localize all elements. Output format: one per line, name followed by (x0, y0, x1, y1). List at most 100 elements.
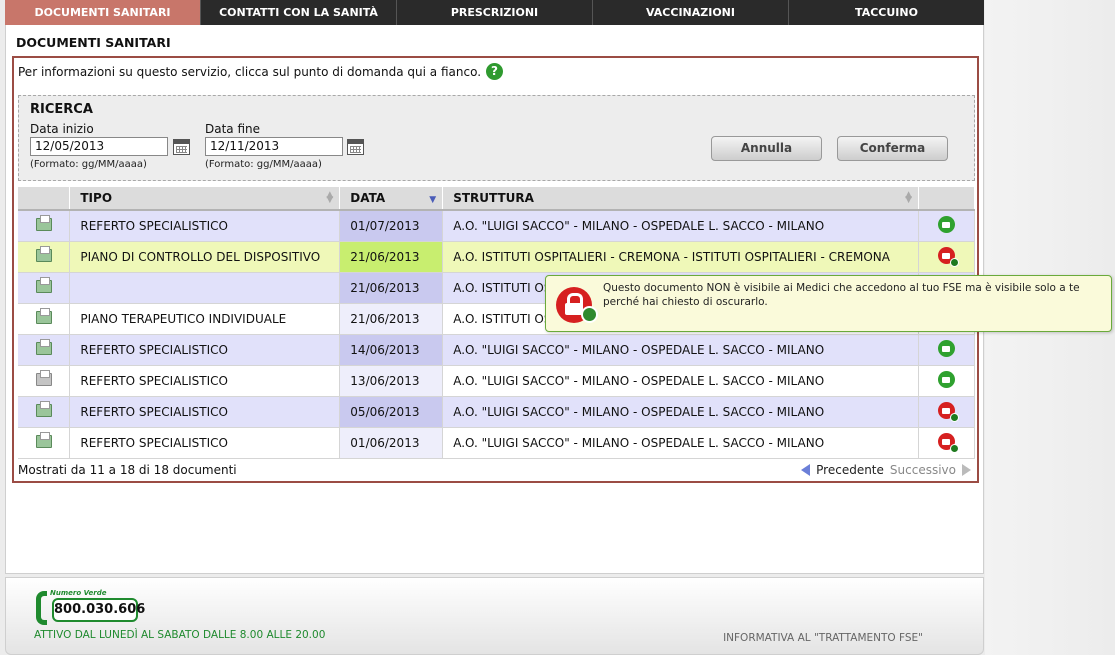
doc-cell (18, 241, 71, 273)
data-cell: 05/06/2013 (339, 396, 444, 428)
document-icon[interactable] (35, 245, 52, 262)
header-struttura[interactable]: STRUTTURA ▲ ▼ (442, 187, 920, 211)
obscured-badge-icon (950, 443, 960, 453)
tipo-cell: REFERTO SPECIALISTICO (69, 210, 341, 242)
header-data-label: DATA (350, 191, 386, 205)
table-row[interactable]: REFERTO SPECIALISTICO 01/07/2013 A.O. "L… (18, 210, 975, 242)
table-row[interactable]: REFERTO SPECIALISTICO 01/06/2013 A.O. "L… (18, 427, 975, 459)
locked-icon[interactable] (938, 401, 960, 422)
data-cell: 01/07/2013 (339, 210, 444, 242)
doc-cell (18, 272, 71, 304)
main-navigation: DOCUMENTI SANITARI CONTATTI CON LA SANIT… (5, 0, 984, 25)
struttura-cell: A.O. ISTITUTI OSPITALIERI - CREMONA - IS… (442, 241, 920, 273)
tab-contatti-sanita[interactable]: CONTATTI CON LA SANITÀ (201, 0, 397, 25)
data-cell: 21/06/2013 (339, 241, 444, 273)
arrow-left-icon[interactable] (801, 464, 811, 476)
document-icon[interactable] (35, 276, 52, 293)
tipo-cell: PIANO DI CONTROLLO DEL DISPOSITIVO (69, 241, 341, 273)
header-visibility-col (918, 187, 975, 211)
document-icon[interactable] (35, 307, 52, 324)
doc-cell (18, 396, 71, 428)
tipo-cell (69, 272, 341, 304)
sort-icon: ▲ ▼ (905, 190, 913, 205)
doc-cell (18, 365, 71, 397)
end-date-label: Data fine (205, 122, 261, 136)
unlocked-icon[interactable] (938, 215, 956, 233)
document-icon[interactable] (35, 431, 52, 448)
table-row[interactable]: REFERTO SPECIALISTICO 14/06/2013 A.O. "L… (18, 334, 975, 366)
tab-prescrizioni[interactable]: PRESCRIZIONI (397, 0, 593, 25)
header-tipo[interactable]: TIPO ▲ ▼ (69, 187, 341, 211)
unlocked-icon[interactable] (938, 370, 956, 388)
data-cell: 01/06/2013 (339, 427, 444, 459)
phone-label: Numero Verde (50, 589, 107, 597)
visibility-cell (918, 365, 975, 397)
doc-cell (18, 427, 71, 459)
visibility-cell (918, 210, 975, 242)
tab-vaccinazioni[interactable]: VACCINAZIONI (593, 0, 789, 25)
privacy-link[interactable]: INFORMATIVA AL "TRATTAMENTO FSE" (723, 632, 923, 644)
locked-icon[interactable] (938, 246, 960, 267)
visibility-cell (918, 396, 975, 428)
struttura-cell: A.O. "LUIGI SACCO" - MILANO - OSPEDALE L… (442, 396, 920, 428)
pagination: Precedente Successivo (801, 463, 971, 477)
obscured-badge-icon (950, 412, 960, 422)
table-row[interactable]: REFERTO SPECIALISTICO 13/06/2013 A.O. "L… (18, 365, 975, 397)
doc-cell (18, 303, 71, 335)
help-icon[interactable]: ? (486, 63, 504, 80)
cancel-button[interactable]: Annulla (711, 136, 822, 161)
sort-icon: ▲ ▼ (326, 190, 334, 205)
document-icon[interactable] (35, 214, 52, 231)
tipo-cell: REFERTO SPECIALISTICO (69, 396, 341, 428)
visibility-cell (918, 241, 975, 273)
obscured-tooltip: Questo documento NON è visibile ai Medic… (545, 275, 1112, 332)
data-cell: 21/06/2013 (339, 303, 444, 335)
table-row[interactable]: REFERTO SPECIALISTICO 05/06/2013 A.O. "L… (18, 396, 975, 428)
unlocked-icon[interactable] (938, 339, 956, 357)
table-header-row: TIPO ▲ ▼ DATA ▼ STRUTTURA ▲ ▼ (18, 187, 975, 211)
confirm-button[interactable]: Conferma (837, 136, 948, 161)
start-date-format: (Formato: gg/MM/aaaa) (30, 159, 147, 170)
next-link: Successivo (889, 463, 956, 477)
tipo-cell: PIANO TERAPEUTICO INDIVIDUALE (69, 303, 341, 335)
locked-icon[interactable] (938, 432, 960, 453)
tab-documenti-sanitari[interactable]: DOCUMENTI SANITARI (5, 0, 201, 25)
documents-panel: Per informazioni su questo servizio, cli… (12, 56, 979, 483)
toll-free-badge: Numero Verde 800.030.606 (36, 589, 145, 626)
doc-cell (18, 334, 71, 366)
start-date-label: Data inizio (30, 122, 94, 136)
end-date-format: (Formato: gg/MM/aaaa) (205, 159, 322, 170)
sort-desc-icon: ▼ (429, 195, 437, 205)
tipo-cell: REFERTO SPECIALISTICO (69, 365, 341, 397)
doc-cell (18, 210, 71, 242)
info-line: Per informazioni su questo servizio, cli… (18, 63, 504, 80)
phone-icon (36, 591, 47, 625)
start-date-input[interactable]: 12/05/2013 (30, 137, 168, 156)
struttura-cell: A.O. "LUIGI SACCO" - MILANO - OSPEDALE L… (442, 427, 920, 459)
calendar-icon[interactable] (173, 139, 190, 155)
table-row[interactable]: PIANO DI CONTROLLO DEL DISPOSITIVO 21/06… (18, 241, 975, 273)
struttura-cell: A.O. "LUIGI SACCO" - MILANO - OSPEDALE L… (442, 334, 920, 366)
tipo-cell: REFERTO SPECIALISTICO (69, 427, 341, 459)
end-date-input[interactable]: 12/11/2013 (205, 137, 343, 156)
header-tipo-label: TIPO (80, 191, 113, 205)
data-cell: 14/06/2013 (339, 334, 444, 366)
calendar-icon[interactable] (347, 139, 364, 155)
obscured-badge-icon (581, 306, 598, 323)
info-text: Per informazioni su questo servizio, cli… (18, 64, 482, 79)
document-icon[interactable] (35, 400, 52, 417)
header-icon-col (18, 187, 71, 211)
previous-link[interactable]: Precedente (816, 463, 884, 477)
data-cell: 13/06/2013 (339, 365, 444, 397)
arrow-right-icon (962, 464, 971, 476)
document-icon[interactable] (35, 338, 52, 355)
data-cell: 21/06/2013 (339, 272, 444, 304)
document-icon[interactable] (35, 369, 52, 386)
tab-taccuino[interactable]: TACCUINO (789, 0, 984, 25)
header-data[interactable]: DATA ▼ (339, 187, 444, 211)
search-title: RICERCA (30, 102, 93, 117)
visibility-cell (918, 334, 975, 366)
tipo-cell: REFERTO SPECIALISTICO (69, 334, 341, 366)
tooltip-text: Questo documento NON è visibile ai Medic… (603, 282, 1080, 308)
footer: Numero Verde 800.030.606 ATTIVO DAL LUNE… (5, 577, 984, 655)
